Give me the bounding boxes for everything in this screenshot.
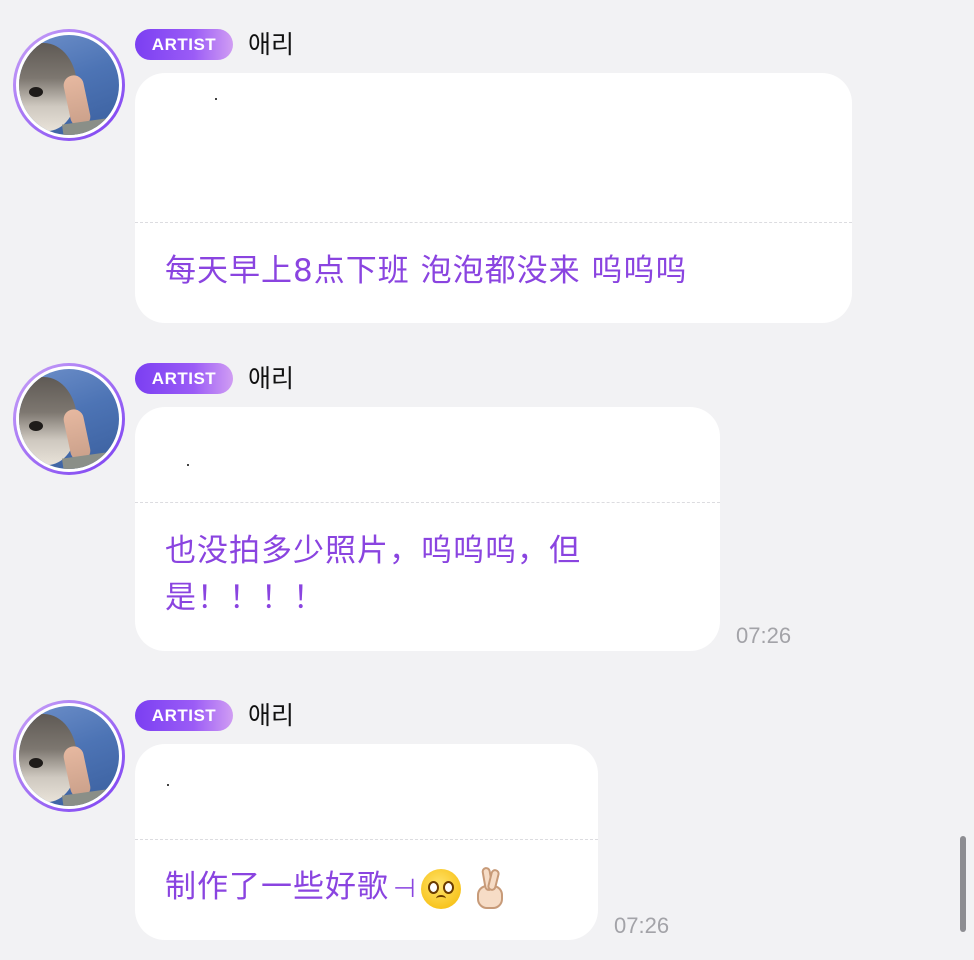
crossed-fingers-icon <box>475 865 505 911</box>
message-time: 07:26 <box>736 623 792 648</box>
artist-name: 애리 <box>248 364 295 393</box>
artist-badge: ARTIST <box>135 363 233 394</box>
stray-mark-icon: ⊣ <box>393 874 417 904</box>
artist-avatar[interactable] <box>13 363 125 475</box>
message-text: 每天早上8点下班 泡泡都没来 呜呜呜 <box>165 253 688 289</box>
message-bubble[interactable]: 也没拍多少照片，呜呜呜，但是！！！！ <box>135 407 720 651</box>
artist-avatar[interactable] <box>13 700 125 812</box>
pleading-face-icon <box>420 868 461 909</box>
artist-name: 애리 <box>248 30 295 59</box>
message-text: 制作了一些好歌 <box>165 869 389 905</box>
artist-name: 애리 <box>248 701 295 730</box>
scrollbar[interactable] <box>960 836 966 932</box>
message-bubble[interactable]: 制作了一些好歌 ⊣ <box>135 744 598 940</box>
artist-badge: ARTIST <box>135 29 233 60</box>
message-text: 也没拍多少照片，呜呜呜，但是！！！！ <box>165 533 581 616</box>
artist-badge: ARTIST <box>135 700 233 731</box>
message-time: 07:26 <box>614 913 670 938</box>
message-bubble[interactable]: 每天早上8点下班 泡泡都没来 呜呜呜 <box>135 73 852 323</box>
artist-avatar[interactable] <box>13 29 125 141</box>
message-text-row: 制作了一些好歌 ⊣ <box>165 864 588 913</box>
